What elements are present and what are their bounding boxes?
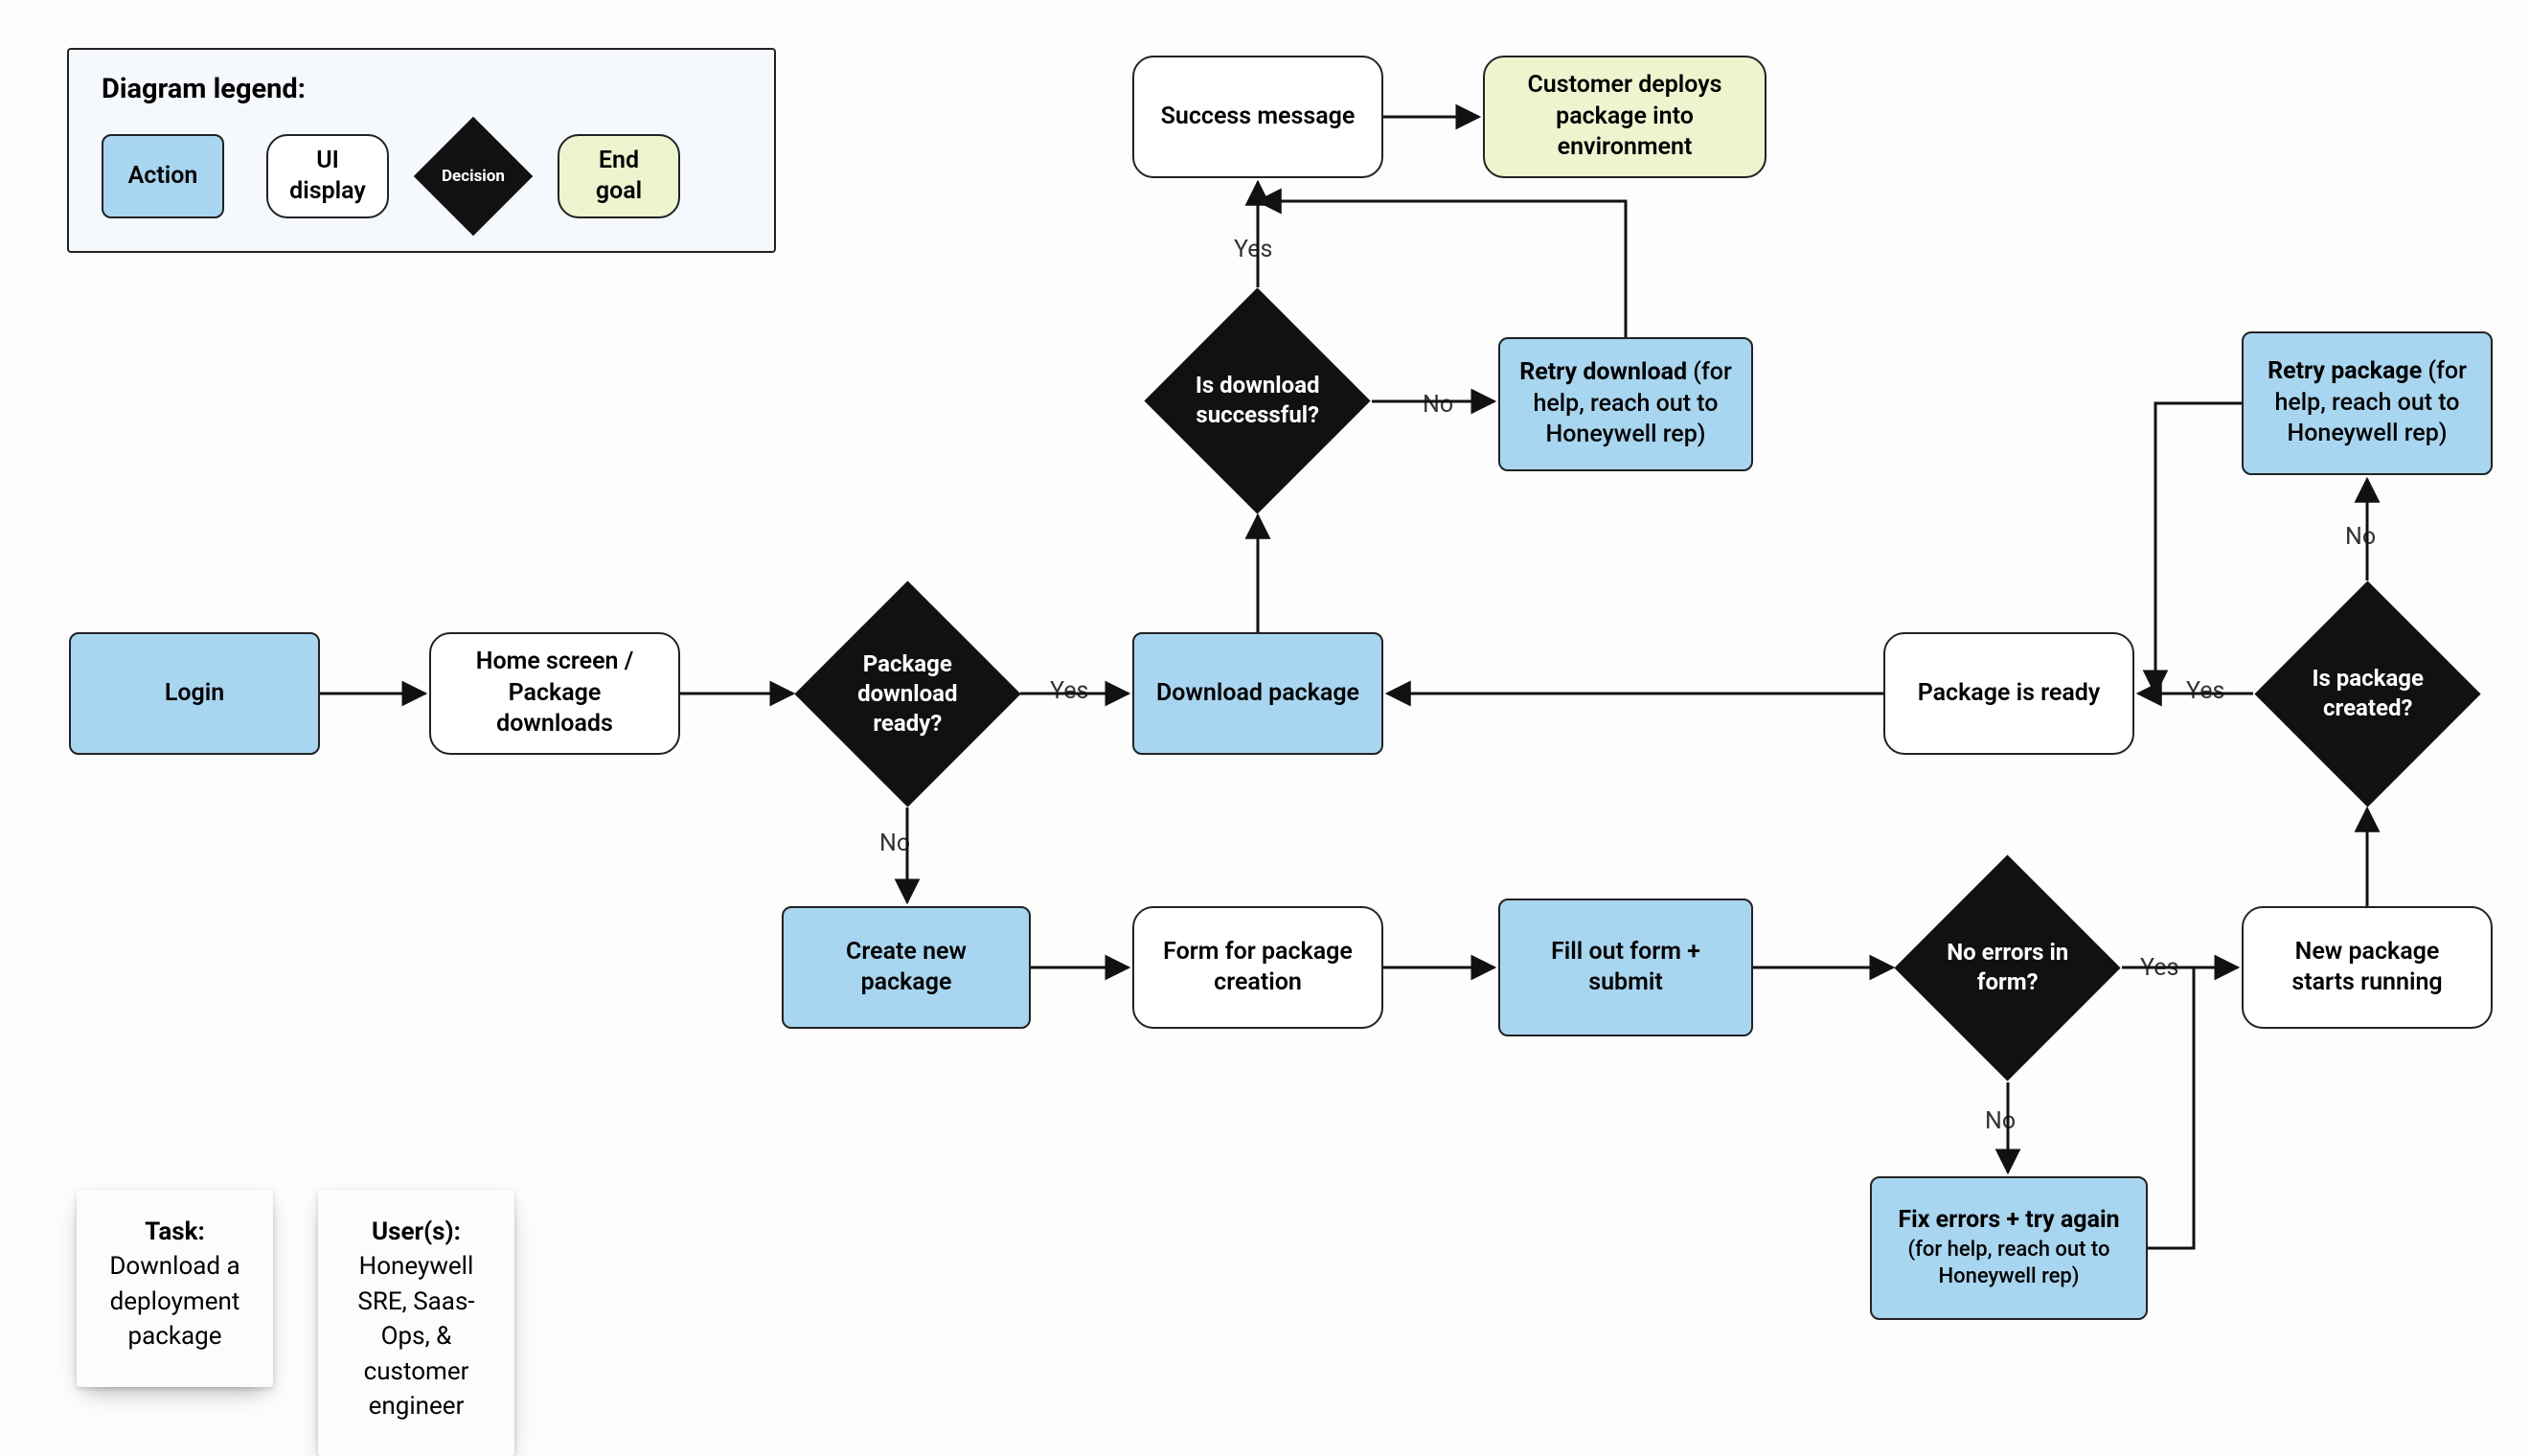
label-no-download-success: No <box>1423 391 1453 419</box>
legend-ui-display: UI display <box>266 134 389 218</box>
legend-decision: Decision <box>414 117 533 236</box>
node-success-message: Success message <box>1132 56 1383 178</box>
label-yes-download-ready: Yes <box>1050 677 1088 705</box>
legend-end-goal: End goal <box>558 134 680 218</box>
node-create-new-package: Create new package <box>782 906 1031 1029</box>
node-q-no-errors: No errors in form? <box>1894 854 2120 1081</box>
node-q-pkg-created: Is package created? <box>2254 580 2480 807</box>
label-yes-no-errors: Yes <box>2140 954 2178 982</box>
node-deploy-goal: Customer deploys package into environmen… <box>1483 56 1766 178</box>
node-new-pkg-running: New package starts running <box>2242 906 2493 1029</box>
legend-action: Action <box>102 134 224 218</box>
node-retry-download: Retry download (for help, reach out to H… <box>1498 337 1753 471</box>
node-download-package: Download package <box>1132 632 1383 755</box>
label-yes-pkg-created: Yes <box>2186 677 2224 705</box>
node-q-download-ready: Package download ready? <box>794 580 1020 807</box>
node-retry-package: Retry package (for help, reach out to Ho… <box>2242 331 2493 475</box>
label-no-no-errors: No <box>1985 1107 2016 1135</box>
node-login: Login <box>69 632 320 755</box>
sticky-users: User(s): Honeywell SRE, Saas-Ops, & cust… <box>318 1190 514 1456</box>
legend-row: Action UI display Decision End goal <box>102 134 741 218</box>
sticky-task: Task: Download a deployment package <box>77 1190 273 1387</box>
node-fill-submit: Fill out form + submit <box>1498 899 1753 1036</box>
node-q-download-successful: Is download successful? <box>1144 287 1370 513</box>
legend-box: Diagram legend: Action UI display Decisi… <box>67 48 776 253</box>
node-fix-errors: Fix errors + try again (for help, reach … <box>1870 1176 2148 1320</box>
node-pkg-ready: Package is ready <box>1883 632 2134 755</box>
label-yes-download-success: Yes <box>1234 236 1272 263</box>
label-no-pkg-created: No <box>2345 523 2376 551</box>
legend-title: Diagram legend: <box>102 73 741 105</box>
label-no-download-ready: No <box>879 830 910 857</box>
node-form-creation: Form for package creation <box>1132 906 1383 1029</box>
node-home-screen: Home screen / Package downloads <box>429 632 680 755</box>
diagram-canvas: Diagram legend: Action UI display Decisi… <box>0 0 2530 1450</box>
